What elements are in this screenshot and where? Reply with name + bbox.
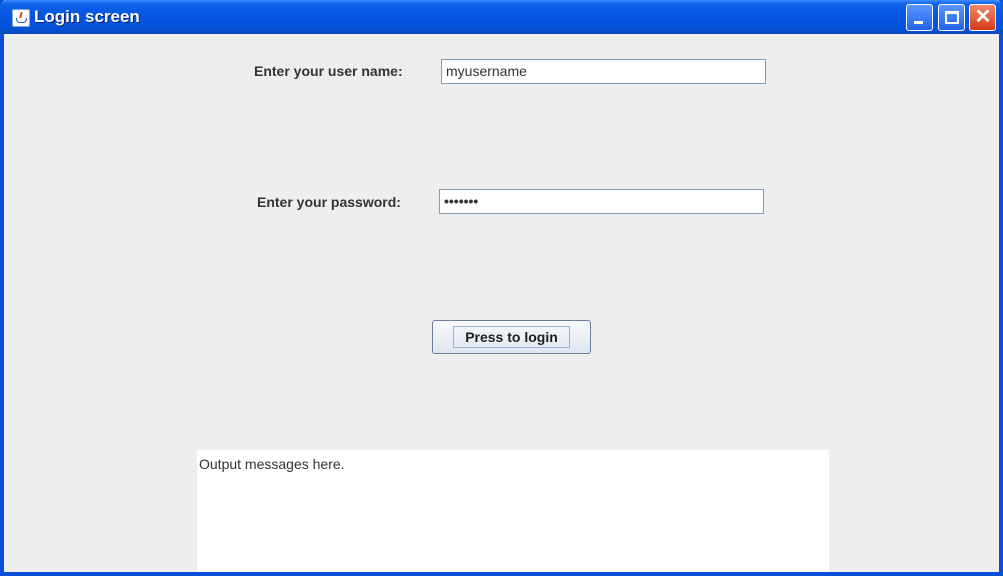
window-title: Login screen <box>34 7 140 26</box>
close-button[interactable]: ✕ <box>969 4 996 31</box>
username-label: Enter your user name: <box>254 63 403 79</box>
username-field[interactable]: myusername <box>441 59 766 84</box>
login-window: Login screen ✕ Enter your user name: myu… <box>0 0 1003 576</box>
minimize-icon <box>914 21 923 24</box>
minimize-button[interactable] <box>906 4 933 31</box>
password-label: Enter your password: <box>257 194 401 210</box>
close-icon: ✕ <box>974 6 992 28</box>
login-button-label: Press to login <box>465 329 558 345</box>
maximize-button[interactable] <box>938 4 965 31</box>
password-field[interactable]: ••••••• <box>439 189 764 214</box>
title-bar[interactable]: Login screen ✕ <box>0 0 1003 34</box>
maximize-icon <box>945 11 959 24</box>
login-button[interactable]: Press to login <box>432 320 591 354</box>
java-cup-icon <box>12 9 30 27</box>
output-messages-area[interactable]: Output messages here. <box>197 450 829 572</box>
